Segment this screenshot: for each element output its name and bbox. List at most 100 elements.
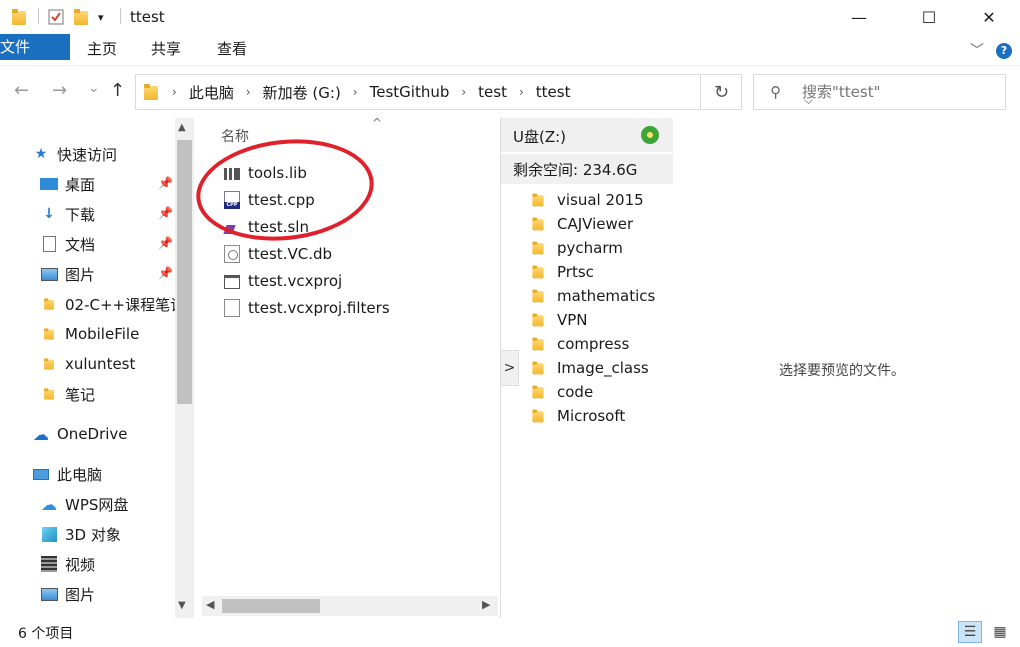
breadcrumb-separator[interactable]: › <box>345 85 366 99</box>
up-button[interactable]: ↑ <box>110 80 125 101</box>
refresh-button[interactable]: ↻ <box>702 74 742 110</box>
pin-icon[interactable]: 📌 <box>158 266 173 280</box>
breadcrumb: › 此电脑 › 新加卷 (G:) › TestGithub › test › t… <box>144 75 574 109</box>
folder-icon <box>532 337 544 351</box>
navigation-pane: ★ 快速访问 桌面 📌 ↓ 下载 📌 文档 📌 图片 📌 02-C++课程笔记 … <box>0 118 196 618</box>
breadcrumb-separator[interactable]: › <box>453 85 474 99</box>
nav-pictures-pc[interactable]: 图片 <box>40 581 196 607</box>
folder-icon <box>532 193 544 207</box>
nav-cpp-notes[interactable]: 02-C++课程笔记 <box>40 291 196 317</box>
maximize-button[interactable]: ☐ <box>906 0 952 34</box>
drive-header: U盘(Z:) <box>501 118 673 152</box>
scroll-left-icon[interactable]: ◀ <box>206 598 214 611</box>
drive-folder-item[interactable]: Microsoft <box>531 404 625 428</box>
drive-popup: U盘(Z:) 剩余空间: 234.6G visual 2015 CAJViewe… <box>500 118 673 618</box>
nav-item-label: 文档 <box>65 235 96 254</box>
horizontal-scrollbar[interactable]: ◀ ▶ <box>202 596 498 616</box>
nav-onedrive[interactable]: ☁ OneDrive <box>32 421 196 447</box>
address-bar[interactable]: › 此电脑 › 新加卷 (G:) › TestGithub › test › t… <box>135 74 813 110</box>
quick-access-dropdown-icon[interactable]: ▾ <box>98 8 104 26</box>
breadcrumb-test[interactable]: test <box>474 83 511 101</box>
tab-view[interactable]: 查看 <box>206 34 258 64</box>
file-name: ttest.VC.db <box>248 245 333 263</box>
drive-folder-item[interactable]: Image_class <box>531 356 649 380</box>
tab-file[interactable]: 文件 <box>0 34 70 60</box>
drive-folder-item[interactable]: Prtsc <box>531 260 594 284</box>
status-bar: 6 个项目 ☰ ▦ <box>0 618 1020 647</box>
nav-videos[interactable]: 视频 <box>40 551 196 577</box>
tab-home[interactable]: 主页 <box>76 34 128 64</box>
file-list: ^ 名称 tools.lib ttest.cpp ttest.sln ttest… <box>191 116 500 618</box>
search-icon: ⚲ <box>770 83 781 101</box>
expand-panel-button[interactable]: > <box>501 350 519 386</box>
nav-item-label: 桌面 <box>65 175 96 194</box>
folder-name: visual 2015 <box>557 191 644 209</box>
nav-notes[interactable]: 笔记 <box>40 381 196 407</box>
drive-folder-item[interactable]: compress <box>531 332 629 356</box>
file-item[interactable]: ttest.vcxproj <box>224 268 342 294</box>
folder-icon <box>532 361 544 375</box>
nav-this-pc[interactable]: 此电脑 <box>32 461 196 487</box>
pin-icon[interactable]: 📌 <box>158 176 173 190</box>
nav-quick-access[interactable]: ★ 快速访问 <box>32 141 196 167</box>
nav-item-label: 图片 <box>65 585 96 604</box>
search-input[interactable] <box>802 81 992 103</box>
close-button[interactable]: ✕ <box>966 0 1012 34</box>
breadcrumb-separator[interactable]: › <box>511 85 532 99</box>
thumbnail-view-button[interactable]: ▦ <box>988 621 1012 643</box>
pin-icon[interactable]: 📌 <box>158 206 173 220</box>
file-name: ttest.vcxproj <box>248 272 343 290</box>
preview-pane: 选择要预览的文件。 <box>672 118 1020 618</box>
drive-folder-item[interactable]: CAJViewer <box>531 212 633 236</box>
divider <box>120 8 121 24</box>
database-file-icon <box>224 245 240 263</box>
minimize-button[interactable]: — <box>836 0 882 34</box>
scroll-up-icon[interactable]: ▲ <box>178 122 186 133</box>
properties-icon[interactable] <box>48 8 64 26</box>
breadcrumb-this-pc[interactable]: 此电脑 <box>185 82 238 103</box>
scrollbar-thumb[interactable] <box>222 599 320 613</box>
breadcrumb-ttest[interactable]: ttest <box>532 83 575 101</box>
folder-icon <box>532 289 544 303</box>
pin-icon[interactable]: 📌 <box>158 236 173 250</box>
nav-item-label: WPS网盘 <box>65 495 129 514</box>
drive-name: U盘(Z:) <box>513 128 567 146</box>
nav-mobilefile[interactable]: MobileFile <box>40 321 196 347</box>
drive-folder-item[interactable]: code <box>531 380 593 404</box>
folder-name: Prtsc <box>557 263 594 281</box>
folder-name: Image_class <box>557 359 649 377</box>
breadcrumb-drive-g[interactable]: 新加卷 (G:) <box>259 82 345 103</box>
recent-locations-icon[interactable]: ⌄ <box>88 80 100 96</box>
drive-folder-item[interactable]: pycharm <box>531 236 623 260</box>
column-header-name[interactable]: 名称 <box>221 126 249 146</box>
nav-wps-drive[interactable]: ☁ WPS网盘 <box>40 491 196 517</box>
breadcrumb-testgithub[interactable]: TestGithub <box>366 83 454 101</box>
nav-item-label: 下载 <box>65 205 96 224</box>
generic-file-icon <box>224 299 240 317</box>
drive-folder-item[interactable]: VPN <box>531 308 588 332</box>
search-box[interactable]: ⚲ <box>753 74 1006 110</box>
video-icon <box>40 555 58 573</box>
file-item[interactable]: ttest.vcxproj.filters <box>224 295 390 321</box>
scrollbar-thumb[interactable] <box>177 140 192 404</box>
new-folder-icon[interactable] <box>74 8 88 26</box>
folder-icon <box>532 385 544 399</box>
navigation-bar: ← → ⌄ ↑ › 此电脑 › 新加卷 (G:) › TestGithub › … <box>0 66 1020 118</box>
help-icon[interactable]: ? <box>996 43 1012 59</box>
pictures-icon <box>40 585 58 603</box>
breadcrumb-separator[interactable]: › <box>238 85 259 99</box>
scroll-right-icon[interactable]: ▶ <box>482 598 490 611</box>
scroll-down-icon[interactable]: ▼ <box>178 600 186 611</box>
details-view-button[interactable]: ☰ <box>958 621 982 643</box>
file-item[interactable]: ttest.VC.db <box>224 241 332 267</box>
drive-folder-item[interactable]: mathematics <box>531 284 655 308</box>
expand-ribbon-icon[interactable]: ﹀ <box>970 40 984 60</box>
breadcrumb-separator[interactable]: › <box>164 85 185 99</box>
navigation-scrollbar[interactable]: ▲ ▼ <box>175 118 194 618</box>
nav-3d-objects[interactable]: 3D 对象 <box>40 521 196 547</box>
tab-share[interactable]: 共享 <box>140 34 192 64</box>
nav-xuluntest[interactable]: xuluntest <box>40 351 196 377</box>
drive-folder-item[interactable]: visual 2015 <box>531 188 644 212</box>
back-button[interactable]: ← <box>14 80 29 101</box>
forward-button[interactable]: → <box>52 80 67 101</box>
